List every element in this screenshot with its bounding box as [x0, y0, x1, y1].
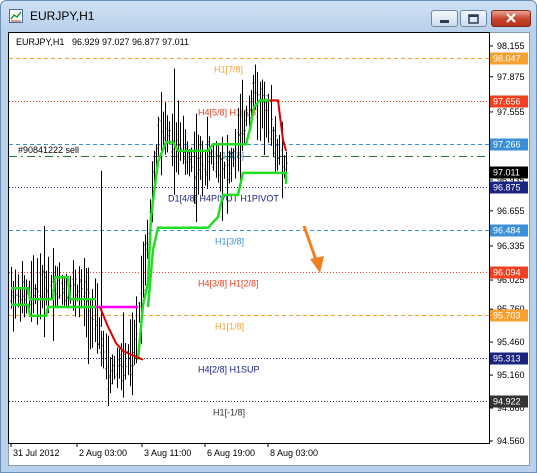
- level-price-tag-text: 96.875: [493, 183, 521, 193]
- level-label: H4[3/8] H1[2/8]: [198, 279, 259, 289]
- level-price-tag-text: 96.094: [493, 268, 521, 278]
- price-tick-label: 98.155: [497, 41, 525, 51]
- time-tick-label: 31 Jul 2012: [13, 448, 60, 458]
- time-tick-label: 6 Aug 19:00: [207, 448, 255, 458]
- chart-app-icon: [9, 9, 23, 23]
- level-label: H1[1/8]: [215, 322, 244, 332]
- time-tick-label: 8 Aug 03:00: [270, 448, 318, 458]
- level-label: H1[7/8]: [214, 65, 243, 75]
- price-tick-label: 97.555: [497, 107, 525, 117]
- level-price-tag-text: 97.266: [493, 140, 521, 150]
- chart-symbol-label: EURJPY,H1: [16, 37, 64, 47]
- price-tick-label: 95.160: [497, 370, 525, 380]
- window-title: EURJPY,H1: [30, 9, 95, 23]
- level-price-tag-text: 95.313: [493, 354, 521, 364]
- price-tick-label: 95.460: [497, 337, 525, 347]
- level-label: H4[2/8] H1SUP: [198, 365, 260, 375]
- price-chart[interactable]: H1[7/8]H4[5/8] H1[6/8]H1[5/8]D1[4/8] H4P…: [8, 32, 528, 464]
- price-tick-label: 97.875: [497, 72, 525, 82]
- level-price-tag-text: 95.703: [493, 311, 521, 321]
- minimize-button[interactable]: [431, 10, 458, 27]
- level-label: H1[-1/8]: [213, 408, 245, 418]
- close-icon: [506, 13, 516, 23]
- time-tick-label: 3 Aug 11:00: [144, 448, 191, 458]
- minimize-icon: [440, 20, 449, 23]
- price-tick-label: 96.335: [497, 241, 525, 251]
- price-tick-label: 94.560: [497, 436, 525, 446]
- ohlc-readout: 96.929 97.027 96.877 97.011: [72, 37, 189, 47]
- order-label: #90841222 sell: [18, 145, 79, 155]
- close-button[interactable]: [491, 10, 531, 27]
- current-price-tag-text: 97.011: [493, 168, 520, 178]
- price-tick-label: 96.655: [497, 206, 525, 216]
- title-bar[interactable]: EURJPY,H1: [1, 1, 536, 31]
- level-price-tag-text: 96.484: [493, 226, 521, 236]
- plot-border: [8, 32, 490, 444]
- restore-icon: [468, 14, 479, 24]
- level-label: H1[3/8]: [215, 237, 244, 247]
- level-price-tag-text: 94.922: [493, 397, 521, 407]
- level-price-tag-text: 98.047: [493, 54, 521, 64]
- restore-button[interactable]: [460, 10, 487, 27]
- time-tick-label: 2 Aug 03:00: [79, 448, 127, 458]
- level-price-tag-text: 97.656: [493, 97, 521, 107]
